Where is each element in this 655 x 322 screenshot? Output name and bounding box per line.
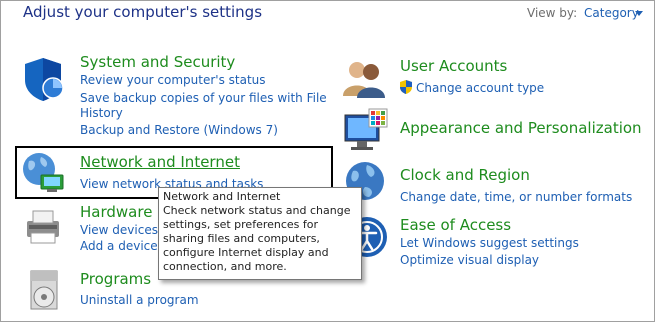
link-change-date-time[interactable]: Change date, time, or number formats (400, 190, 632, 204)
category-programs[interactable]: Programs (80, 270, 151, 288)
link-uninstall-program[interactable]: Uninstall a program (80, 293, 199, 307)
chevron-down-icon[interactable] (635, 11, 643, 16)
tooltip: Network and Internet Check network statu… (158, 187, 362, 280)
category-ease-of-access[interactable]: Ease of Access (400, 216, 511, 234)
view-by-label: View by: (527, 6, 578, 20)
view-by-dropdown[interactable]: Category (584, 6, 639, 20)
category-clock-region[interactable]: Clock and Region (400, 166, 530, 184)
tooltip-body: Check network status and change settings… (163, 204, 351, 273)
users-icon[interactable] (341, 56, 387, 104)
monitor-palette-icon[interactable] (341, 107, 389, 157)
link-review-status[interactable]: Review your computer's status (80, 73, 266, 87)
category-hardware-sound[interactable]: Hardware a (80, 203, 166, 221)
printer-icon[interactable] (21, 207, 65, 251)
uac-shield-icon (399, 79, 413, 98)
link-add-device[interactable]: Add a device (80, 239, 158, 253)
category-user-accounts[interactable]: User Accounts (400, 57, 507, 75)
category-appearance[interactable]: Appearance and Personalization (400, 119, 642, 137)
page-title: Adjust your computer's settings (23, 3, 263, 21)
shield-icon[interactable] (21, 56, 65, 106)
link-change-account-type[interactable]: Change account type (416, 81, 544, 95)
category-system-security[interactable]: System and Security (80, 53, 235, 71)
link-save-backup[interactable]: Save backup copies of your files with Fi… (80, 91, 327, 105)
link-windows-suggest[interactable]: Let Windows suggest settings (400, 236, 579, 250)
link-optimize-display[interactable]: Optimize visual display (400, 253, 539, 267)
link-view-devices[interactable]: View devices a (80, 223, 169, 237)
link-save-backup-cont[interactable]: History (80, 106, 123, 120)
programs-disc-icon[interactable] (25, 267, 65, 319)
control-panel-window: Adjust your computer's settings View by:… (0, 0, 655, 322)
link-backup-restore[interactable]: Backup and Restore (Windows 7) (80, 123, 278, 137)
tooltip-title: Network and Internet (163, 190, 281, 203)
